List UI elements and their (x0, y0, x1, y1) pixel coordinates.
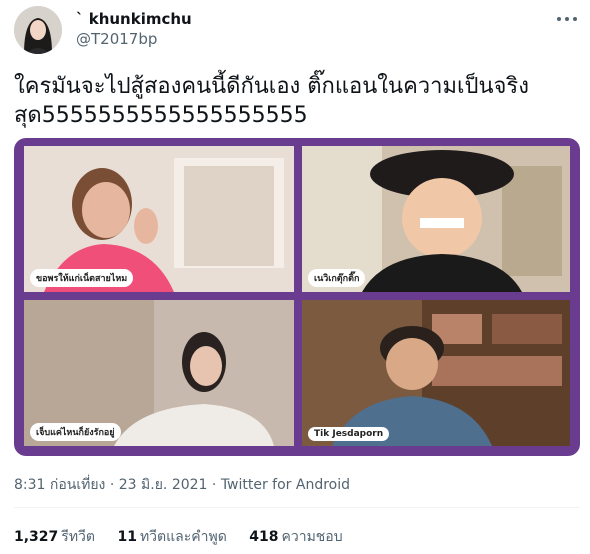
likes-label: ความชอบ (281, 529, 343, 545)
video-tile-4: Tik Jesdaporn (302, 300, 570, 446)
tweet-text: ใครมันจะไปสู้สองคนนี้ดีกันเอง ติ๊กแอนในค… (14, 72, 574, 130)
participant-name-4: Tik Jesdaporn (308, 427, 390, 441)
tweet-header: ` khunkimchu @T2017bp (14, 6, 580, 58)
separator: · (207, 477, 221, 493)
likes-stat[interactable]: 418 ความชอบ (249, 526, 342, 548)
user-handle[interactable]: @T2017bp (76, 30, 157, 48)
likes-count: 418 (249, 529, 279, 545)
avatar[interactable] (14, 6, 62, 54)
participant-name-3: เจ็บแค่ไหนก็ยังรักอยู่ (30, 423, 121, 441)
video-tile-3: เจ็บแค่ไหนก็ยังรักอยู่ (24, 300, 294, 446)
tweet-stats: 1,327 รีทวีต 11 ทวีตและคำพูด 418 ความชอบ (14, 526, 361, 548)
participant-name-2: เนวิเกตุ๊กติ๊ก (308, 269, 366, 287)
divider (14, 507, 580, 508)
quotes-count: 11 (117, 529, 137, 545)
video-tile-1: ขอพรให้แก่เน็ตสายไหม (24, 146, 294, 292)
video-tile-2: เนวิเกตุ๊กติ๊ก (302, 146, 570, 292)
tweet-text-line-2: สุด5555555555555555555 (14, 103, 308, 128)
display-name[interactable]: ` khunkimchu (76, 10, 192, 28)
quotes-label: ทวีตและคำพูด (139, 529, 227, 545)
tweet-source[interactable]: Twitter for Android (221, 477, 350, 493)
tweet-text-line-1: ใครมันจะไปสู้สองคนนี้ดีกันเอง ติ๊กแอนในค… (14, 74, 529, 99)
retweets-label: รีทวีต (61, 529, 95, 545)
quotes-stat[interactable]: 11 ทวีตและคำพูด (117, 526, 226, 548)
retweets-count: 1,327 (14, 529, 59, 545)
participant-name-1: ขอพรให้แก่เน็ตสายไหม (30, 269, 134, 287)
tweet-date[interactable]: 23 มิ.ย. 2021 (119, 477, 208, 493)
separator: · (105, 477, 119, 493)
tweet-time[interactable]: 8:31 ก่อนเที่ยง (14, 477, 105, 493)
tweet-media[interactable]: ขอพรให้แก่เน็ตสายไหม เนวิเกตุ๊กติ๊ก เจ็บ… (14, 138, 580, 456)
retweets-stat[interactable]: 1,327 รีทวีต (14, 526, 95, 548)
tweet-meta: 8:31 ก่อนเที่ยง · 23 มิ.ย. 2021 · Twitte… (14, 474, 350, 496)
more-options-icon[interactable] (556, 12, 578, 26)
